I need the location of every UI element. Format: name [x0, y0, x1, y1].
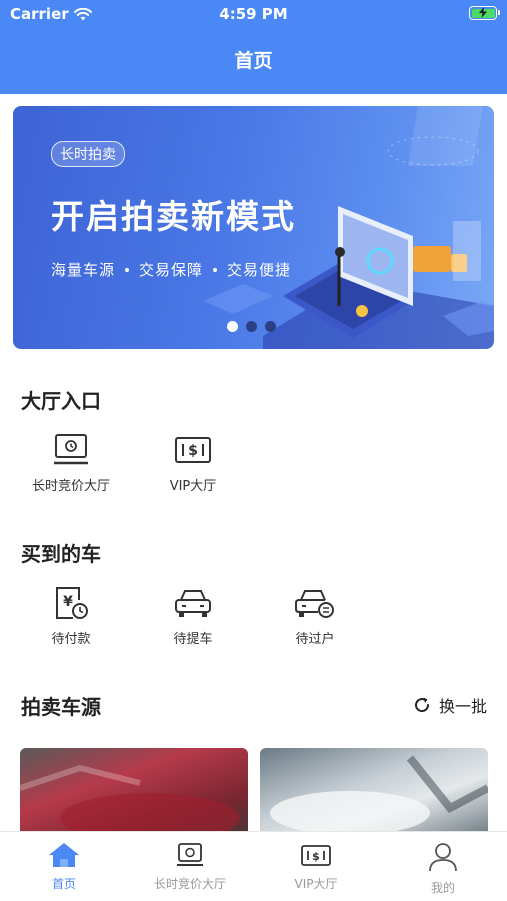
page-title: 首页: [234, 50, 273, 72]
purchased-item-label: 待过户: [295, 632, 335, 647]
hall-item-label: VIP大厅: [169, 479, 217, 494]
refresh-button[interactable]: 换一批: [413, 693, 487, 717]
banner-features: 海量车源 交易保障 交易便捷: [51, 259, 291, 280]
monitor-icon: [54, 434, 88, 465]
banner-tag: 长时拍卖: [51, 141, 125, 167]
hall-item-vip[interactable]: $ VIP大厅: [133, 433, 253, 494]
tab-label: 长时竞价大厅: [153, 877, 226, 891]
section-title-auction: 拍卖车源: [21, 695, 101, 719]
tab-bar: 首页 长时竞价大厅 $ VIP大厅 我的: [0, 831, 507, 901]
promo-banner[interactable]: 长时拍卖 开启拍卖新模式 海量车源 交易保障 交易便捷: [13, 106, 494, 349]
monitor-icon: [177, 843, 203, 866]
banner-feature: 交易便捷: [227, 261, 292, 279]
svg-text:¥: ¥: [63, 594, 73, 610]
tab-label: 首页: [51, 877, 76, 891]
tab-mine[interactable]: 我的: [383, 842, 503, 896]
home-icon: [49, 843, 79, 867]
tab-label: 我的: [430, 881, 455, 895]
refresh-label: 换一批: [438, 697, 487, 716]
banner-feature: 交易保障: [139, 261, 204, 279]
section-title-purchased: 买到的车: [21, 542, 101, 566]
tab-vip-hall[interactable]: $ VIP大厅: [256, 842, 376, 892]
tab-long-bidding-hall[interactable]: 长时竞价大厅: [130, 842, 250, 892]
banner-feature: 海量车源: [51, 261, 116, 279]
purchased-item-pickup[interactable]: 待提车: [133, 586, 253, 647]
car-icon: [175, 590, 211, 617]
status-bar: Carrier 4:59 PM: [0, 0, 507, 28]
cash-icon: $: [301, 845, 331, 866]
cash-icon: $: [175, 437, 211, 463]
section-title-hall: 大厅入口: [21, 389, 101, 413]
hall-item-long-bidding[interactable]: 长时竞价大厅: [11, 433, 131, 494]
svg-text:$: $: [312, 850, 320, 863]
carousel-dot[interactable]: [227, 321, 238, 332]
banner-title: 开启拍卖新模式: [51, 197, 296, 236]
battery-icon: [469, 6, 500, 20]
purchased-item-label: 待付款: [51, 632, 91, 647]
purchased-item-label: 待提车: [173, 632, 213, 647]
carousel-indicator[interactable]: [227, 321, 276, 332]
pending-payment-icon: ¥: [56, 587, 88, 619]
purchased-item-pending-payment[interactable]: ¥ 待付款: [11, 586, 131, 647]
tab-home[interactable]: 首页: [4, 842, 124, 892]
status-time: 4:59 PM: [219, 5, 288, 23]
svg-text:$: $: [188, 443, 198, 459]
carousel-dot[interactable]: [246, 321, 257, 332]
refresh-icon: [415, 697, 429, 713]
user-icon: [429, 843, 457, 872]
purchased-item-transfer[interactable]: 待过户: [255, 586, 375, 647]
carousel-dot[interactable]: [265, 321, 276, 332]
tab-label: VIP大厅: [294, 877, 338, 891]
car-transfer-icon: [295, 590, 334, 618]
hall-item-label: 长时竞价大厅: [31, 479, 110, 494]
top-header: Carrier 4:59 PM 首页: [0, 0, 507, 94]
